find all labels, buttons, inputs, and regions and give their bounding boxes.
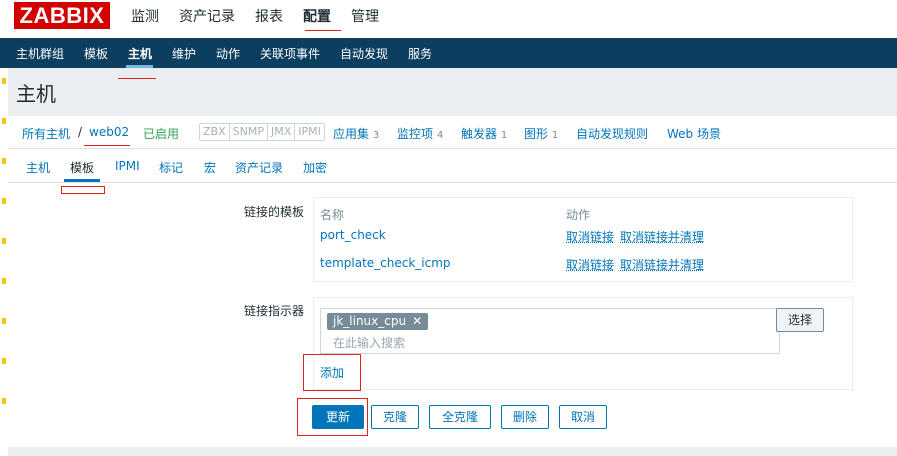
linked-templates-table: 名称 动作 port_check 取消链接 取消链接并清理 template_c… (313, 197, 853, 282)
top-menu-inventory[interactable]: 资产记录 (179, 6, 235, 26)
top-bar: ZABBIX 监测 资产记录 报表 配置 管理 (0, 0, 897, 38)
breadcrumb-applications-label: 应用集 (333, 127, 370, 141)
sub-menu-discovery[interactable]: 自动发现 (340, 45, 388, 62)
breadcrumb-separator: / (78, 125, 83, 139)
sub-menu-bar: 主机群组 模板 主机 维护 动作 关联项事件 自动发现 服务 (0, 38, 897, 68)
update-button[interactable]: 更新 (312, 405, 364, 429)
left-edge-marker (2, 198, 6, 204)
link-new-templates-label: 链接指示器 (243, 304, 304, 318)
cancel-button[interactable]: 取消 (559, 405, 607, 429)
tab-inventory[interactable]: 资产记录 (235, 159, 283, 176)
template-row-name[interactable]: port_check (320, 228, 386, 242)
breadcrumb-applications-count: 3 (372, 130, 380, 141)
link-new-templates-box: jk_linux_cpu ✕ 在此输入搜索 选择 添加 (313, 297, 853, 390)
sub-menu-hosts[interactable]: 主机 (128, 45, 152, 62)
availability-ipmi: IPMI (298, 125, 321, 138)
zabbix-logo[interactable]: ZABBIX (14, 2, 110, 29)
availability-indicators: ZBX SNMP JMX IPMI (199, 123, 325, 141)
selected-template-name: jk_linux_cpu (333, 314, 407, 328)
sub-menu-services[interactable]: 服务 (408, 45, 432, 62)
linked-templates-label: 链接的模板 (243, 205, 304, 219)
breadcrumb-triggers-count: 1 (500, 130, 508, 141)
select-template-button[interactable]: 选择 (776, 308, 824, 332)
sub-menu-templates[interactable]: 模板 (84, 45, 108, 62)
unlink-and-clear-button[interactable]: 取消链接并清理 (620, 256, 704, 273)
left-edge-marker (2, 278, 6, 284)
breadcrumb-graphs-count: 1 (551, 130, 559, 141)
host-tabs: 主机 模板 IPMI 标记 宏 资产记录 加密 (8, 149, 897, 183)
left-edge-marker (2, 118, 6, 124)
sub-menu-actions[interactable]: 动作 (216, 45, 240, 62)
left-edge-marker (2, 398, 6, 404)
left-edge-marker (2, 78, 6, 84)
sub-menu-host-groups[interactable]: 主机群组 (16, 45, 64, 62)
breadcrumb-all-hosts[interactable]: 所有主机 (22, 125, 70, 142)
delete-button[interactable]: 删除 (501, 405, 549, 429)
left-edge-marker (2, 238, 6, 244)
breadcrumb-triggers-label: 触发器 (461, 127, 498, 141)
breadcrumb-triggers[interactable]: 触发器 1 (461, 125, 507, 142)
col-action-header: 动作 (566, 208, 591, 222)
page-title: 主机 (16, 82, 56, 106)
add-template-link[interactable]: 添加 (320, 364, 344, 381)
top-menu-monitoring[interactable]: 监测 (131, 6, 159, 26)
tab-active-indicator (64, 179, 100, 182)
availability-zbx: ZBX (200, 124, 230, 140)
col-name-header: 名称 (320, 208, 345, 222)
breadcrumb-graphs-label: 图形 (524, 127, 549, 141)
breadcrumb-host[interactable]: web02 (89, 125, 129, 139)
breadcrumb-graphs[interactable]: 图形 1 (524, 125, 558, 142)
tab-macros[interactable]: 宏 (204, 159, 216, 176)
sub-menu-correlation[interactable]: 关联项事件 (260, 45, 320, 62)
top-menu: 监测 资产记录 报表 配置 管理 (131, 6, 379, 26)
availability-snmp: SNMP (230, 124, 268, 140)
unlink-and-clear-button[interactable]: 取消链接并清理 (620, 228, 704, 245)
template-row-name[interactable]: template_check_icmp (320, 256, 451, 270)
left-edge-marker (2, 318, 6, 324)
availability-jmx: JMX (268, 124, 296, 140)
top-menu-configuration[interactable]: 配置 (303, 6, 331, 26)
unlink-button[interactable]: 取消链接 (566, 256, 614, 273)
left-edge-marker (2, 358, 6, 364)
breadcrumb-items-label: 监控项 (397, 127, 434, 141)
sub-menu-maintenance[interactable]: 维护 (172, 45, 196, 62)
full-clone-button[interactable]: 全克隆 (429, 405, 491, 429)
selected-template-chip: jk_linux_cpu ✕ (327, 313, 429, 330)
breadcrumb-web-scenarios[interactable]: Web 场景 (667, 125, 721, 142)
clone-button[interactable]: 克隆 (371, 405, 419, 429)
tab-templates[interactable]: 模板 (70, 159, 94, 176)
top-menu-administration[interactable]: 管理 (351, 6, 379, 26)
sub-menu-active-indicator (126, 65, 153, 68)
left-edge-strip (0, 68, 8, 456)
top-menu-reports[interactable]: 报表 (255, 6, 283, 26)
host-status[interactable]: 已启用 (143, 125, 179, 142)
tab-ipmi[interactable]: IPMI (115, 159, 140, 173)
tab-tags[interactable]: 标记 (159, 159, 183, 176)
left-edge-marker (2, 158, 6, 164)
tab-encryption[interactable]: 加密 (303, 159, 327, 176)
remove-chip-icon[interactable]: ✕ (412, 314, 422, 328)
breadcrumb-items[interactable]: 监控项 4 (397, 125, 443, 142)
annotation-underline-hosts (118, 78, 156, 79)
host-form-panel: 主机 模板 IPMI 标记 宏 资产记录 加密 链接的模板 名称 动作 port… (8, 148, 897, 447)
template-search-input[interactable]: 在此输入搜索 (333, 334, 405, 351)
breadcrumb-applications[interactable]: 应用集 3 (333, 125, 379, 142)
breadcrumb-items-count: 4 (436, 130, 444, 141)
tab-host[interactable]: 主机 (26, 159, 50, 176)
host-breadcrumb: 所有主机 / web02 已启用 ZBX SNMP JMX IPMI 应用集 3… (8, 116, 897, 149)
breadcrumb-discovery-rules[interactable]: 自动发现规则 (576, 125, 648, 142)
template-multiselect[interactable]: jk_linux_cpu ✕ 在此输入搜索 (320, 308, 780, 354)
unlink-button[interactable]: 取消链接 (566, 228, 614, 245)
